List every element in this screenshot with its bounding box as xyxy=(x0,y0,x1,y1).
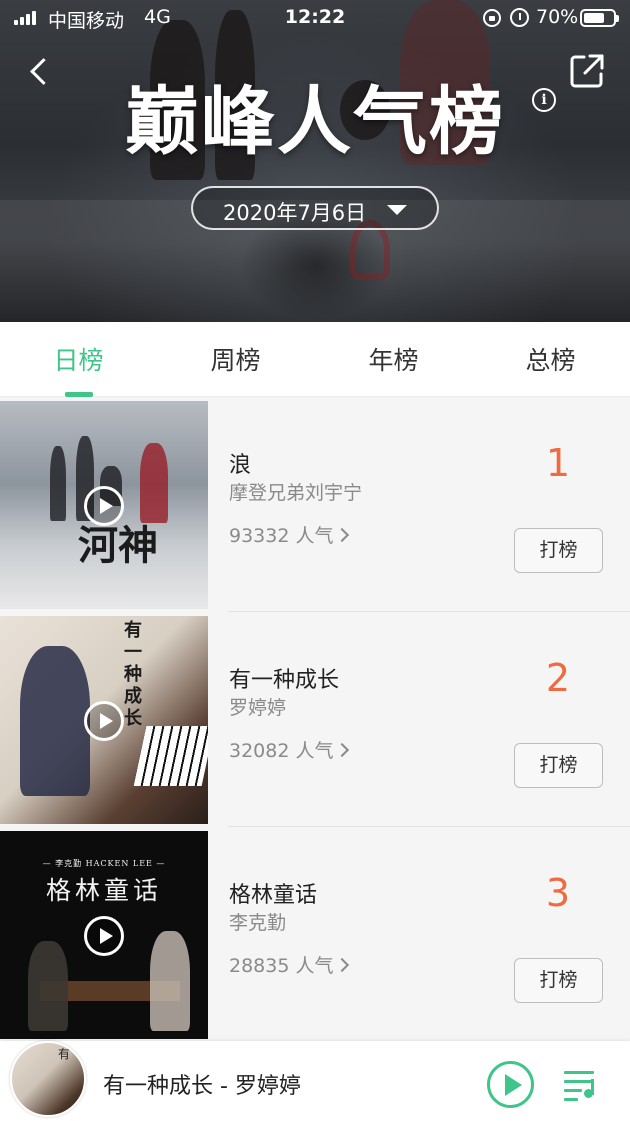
tab-weekly[interactable]: 周榜 xyxy=(157,341,314,377)
cover-figure xyxy=(140,443,168,523)
play-button[interactable] xyxy=(487,1061,534,1108)
info-icon[interactable]: i xyxy=(532,88,556,112)
song-cover[interactable]: 有一种成长 xyxy=(0,616,208,824)
rank-number: 3 xyxy=(545,871,571,915)
song-title: 有一种成长 xyxy=(229,668,340,693)
chart-tabs: 日榜 周榜 年榜 总榜 xyxy=(0,322,630,397)
cover-figure xyxy=(150,931,190,1031)
popularity-link[interactable]: 28835 人气 xyxy=(229,951,350,978)
rank-number: 2 xyxy=(545,656,571,700)
battery-percent: 70% xyxy=(536,6,579,28)
tab-daily[interactable]: 日榜 xyxy=(0,341,157,377)
cover-figure xyxy=(28,941,68,1031)
cover-subtitle: — 李克勤 HACKEN LEE — xyxy=(42,859,166,868)
now-playing-cover[interactable]: 有 xyxy=(10,1041,86,1117)
playlist-icon xyxy=(591,1079,594,1095)
song-title: 格林童话 xyxy=(229,883,318,908)
cover-calligraphy: 河神 xyxy=(78,522,158,569)
chevron-right-icon xyxy=(335,527,350,543)
alarm-icon xyxy=(510,8,529,27)
cover-calligraphy: 有一种成长 xyxy=(124,620,142,729)
chevron-right-icon xyxy=(335,957,350,973)
song-artist: 罗婷婷 xyxy=(229,697,287,719)
cover-piano xyxy=(133,726,208,786)
play-icon[interactable] xyxy=(84,701,124,741)
date-label: 2020年7月6日 xyxy=(223,201,367,225)
vote-button[interactable]: 打榜 xyxy=(514,528,603,573)
playlist-button[interactable] xyxy=(564,1069,600,1101)
tab-overall[interactable]: 总榜 xyxy=(472,341,629,377)
list-item[interactable]: 河神 浪 摩登兄弟刘宇宁 93332 人气 1 打榜 xyxy=(0,397,630,612)
popularity-count: 93332 人气 xyxy=(229,525,334,547)
chevron-right-icon xyxy=(335,742,350,758)
battery-icon xyxy=(580,9,619,27)
date-selector[interactable]: 2020年7月6日 xyxy=(191,186,439,230)
battery-fill xyxy=(584,13,604,23)
song-artist: 李克勤 xyxy=(229,912,287,934)
popularity-link[interactable]: 93332 人气 xyxy=(229,521,350,548)
rotation-lock-icon xyxy=(483,9,501,27)
vote-button[interactable]: 打榜 xyxy=(514,743,603,788)
caret-down-icon xyxy=(387,205,407,215)
song-cover[interactable]: — 李克勤 HACKEN LEE — 格林童话 xyxy=(0,831,208,1039)
page-title: 巅峰人气榜 xyxy=(125,79,505,165)
popularity-link[interactable]: 32082 人气 xyxy=(229,736,350,763)
popularity-count: 28835 人气 xyxy=(229,955,334,977)
now-playing-title: 有一种成长 - 罗婷婷 xyxy=(103,1074,301,1099)
cover-title: 格林童话 xyxy=(45,876,162,905)
vote-button[interactable]: 打榜 xyxy=(514,958,603,1003)
status-bar: 中国移动 4G 12:22 70% xyxy=(0,0,630,36)
cover-figure xyxy=(20,646,90,796)
tab-yearly[interactable]: 年榜 xyxy=(315,341,472,377)
mini-player[interactable]: 有 有一种成长 - 罗婷婷 xyxy=(0,1041,630,1121)
cover-calligraphy: 有 xyxy=(58,1047,71,1061)
hero-banner: 中国移动 4G 12:22 70% 巅峰人气榜 i 2020年7月6日 xyxy=(0,0,630,322)
song-title: 浪 xyxy=(229,453,252,478)
list-item[interactable]: 有一种成长 有一种成长 罗婷婷 32082 人气 2 打榜 xyxy=(0,612,630,827)
rank-number: 1 xyxy=(545,441,571,485)
list-item[interactable]: — 李克勤 HACKEN LEE — 格林童话 格林童话 李克勤 28835 人… xyxy=(0,827,630,1042)
song-cover[interactable]: 河神 xyxy=(0,401,208,609)
song-artist: 摩登兄弟刘宇宁 xyxy=(229,482,363,504)
play-icon[interactable] xyxy=(84,916,124,956)
cover-figure xyxy=(50,446,66,521)
popularity-count: 32082 人气 xyxy=(229,740,334,762)
play-icon[interactable] xyxy=(84,486,124,526)
